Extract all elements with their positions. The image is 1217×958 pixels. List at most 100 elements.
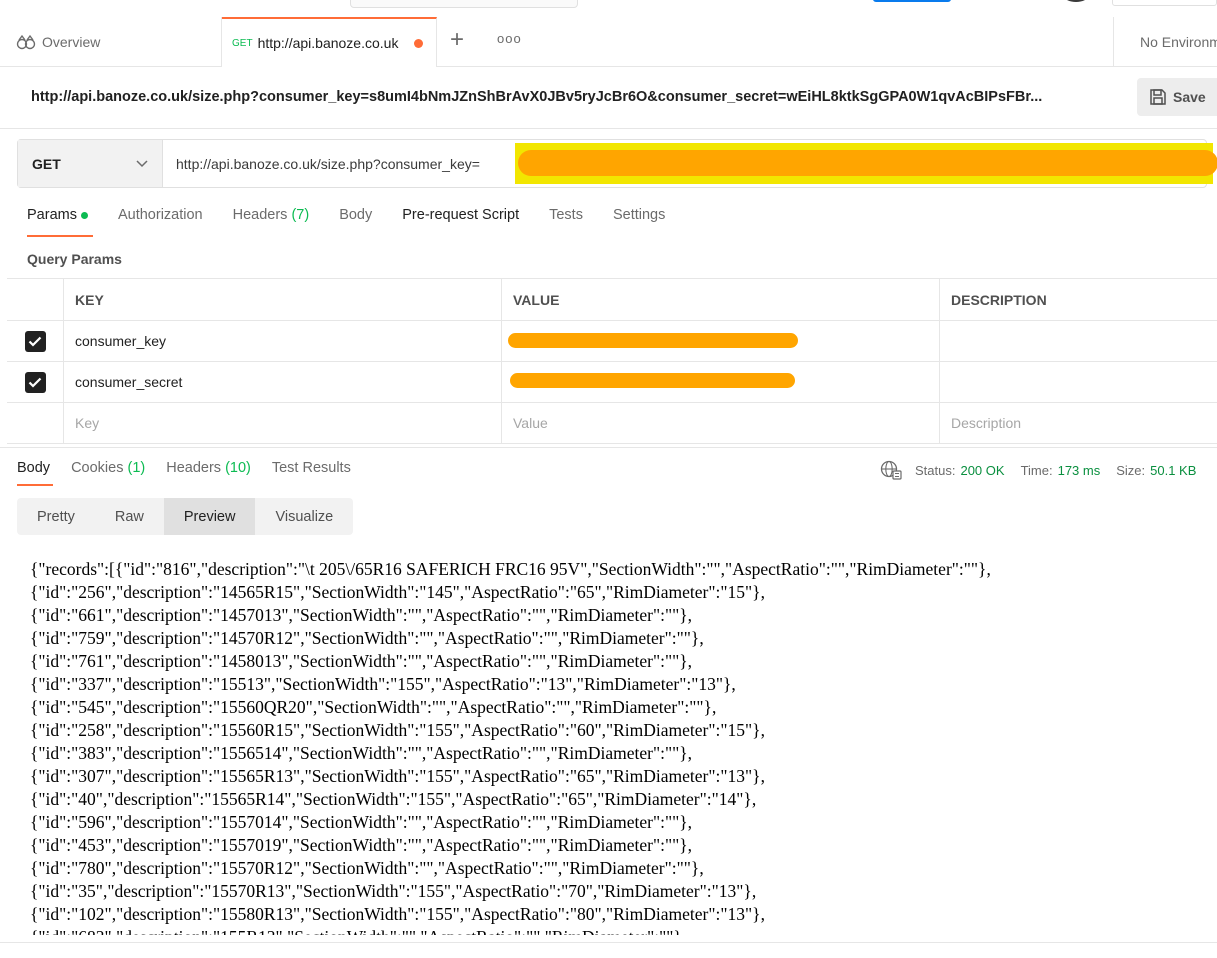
response-preview-line: {"id":"40","description":"15565R14","Sec… — [30, 789, 757, 809]
param-value-field[interactable] — [501, 362, 940, 402]
request-title-bar: http://api.banoze.co.uk/size.php?consume… — [0, 67, 1217, 129]
response-preview-line: {"id":"761","description":"1458013","Sec… — [30, 651, 693, 671]
request-url-input[interactable]: http://api.banoze.co.uk/size.php?consume… — [163, 140, 1217, 187]
status-bar-divider — [0, 942, 1217, 943]
save-button[interactable]: Save — [1137, 78, 1217, 116]
new-key-input[interactable]: Key — [63, 403, 502, 443]
http-method-select[interactable]: GET — [18, 140, 163, 187]
tab-pre-request-script[interactable]: Pre-request Script — [402, 207, 519, 237]
status-label: Status: — [915, 462, 956, 478]
view-raw-button[interactable]: Raw — [95, 498, 164, 535]
request-name[interactable]: http://api.banoze.co.uk/size.php?consume… — [31, 89, 1101, 105]
save-button-label: Save — [1173, 89, 1206, 105]
tab-body[interactable]: Body — [339, 207, 372, 237]
tab-headers[interactable]: Headers (7) — [233, 207, 310, 237]
response-preview[interactable]: {"records":[{"id":"816","description":"\… — [30, 558, 1210, 935]
request-url-text: http://api.banoze.co.uk/size.php?consume… — [176, 155, 480, 172]
size-label: Size: — [1116, 462, 1146, 478]
view-pretty-button[interactable]: Pretty — [17, 498, 95, 535]
param-value-field[interactable] — [501, 321, 940, 361]
overview-icon — [16, 34, 36, 50]
tab-overview-label: Overview — [42, 34, 101, 50]
response-header-bar: Body Cookies (1) Headers (10) Test Resul… — [0, 447, 1217, 491]
param-enable-checkbox[interactable] — [7, 321, 63, 361]
response-preview-line: {"id":"102","description":"15580R13","Se… — [30, 904, 765, 924]
response-preview-line: {"id":"383","description":"1556514","Sec… — [30, 743, 693, 763]
unsaved-changes-dot — [413, 38, 423, 48]
more-tabs-icon[interactable]: ooo — [497, 31, 522, 46]
status-value[interactable]: 200 OK — [960, 463, 1004, 478]
column-header-description: DESCRIPTION — [939, 279, 1217, 320]
view-preview-button[interactable]: Preview — [163, 498, 256, 535]
view-visualize-button[interactable]: Visualize — [255, 498, 353, 535]
param-enable-checkbox[interactable] — [7, 362, 63, 402]
tab-request-url: http://api.banoze.co.uk — [257, 35, 399, 51]
response-preview-line: {"id":"258","description":"15560R15","Se… — [30, 720, 765, 740]
save-icon — [1150, 89, 1166, 105]
header-control[interactable] — [1112, 0, 1217, 6]
environment-select-label: No Environment — [1140, 34, 1217, 50]
time-label: Time: — [1020, 462, 1053, 478]
response-tab-test-results[interactable]: Test Results — [272, 460, 351, 486]
tab-headers-count: (7) — [291, 207, 310, 223]
checkmark-icon — [24, 371, 46, 393]
param-description-field[interactable] — [939, 362, 1217, 402]
response-tab-body[interactable]: Body — [17, 460, 54, 486]
tab-settings[interactable]: Settings — [613, 207, 665, 237]
response-tab-cookies-label: Cookies — [71, 460, 124, 476]
column-header-value: VALUE — [501, 279, 940, 320]
tab-tests-label: Tests — [549, 207, 583, 223]
tab-authorization-label: Authorization — [117, 207, 203, 223]
redaction-scribble — [518, 150, 1217, 176]
response-preview-line: {"id":"35","description":"15570R13","Sec… — [30, 881, 757, 901]
response-preview-line: {"id":"545","description":"15560QR20","S… — [30, 697, 717, 717]
response-preview-line: {"id":"256","description":"14565R15","Se… — [30, 582, 765, 602]
tab-overview[interactable]: Overview — [0, 17, 222, 67]
table-header-row: KEY VALUE DESCRIPTION — [7, 279, 1217, 321]
environment-select[interactable]: No Environment — [1113, 17, 1217, 67]
response-preview-line: {"id":"759","description":"14570R12","Se… — [30, 628, 704, 648]
window-top-strip — [0, 0, 1217, 17]
param-key-field[interactable]: consumer_secret — [63, 362, 502, 402]
response-preview-line: {"id":"596","description":"1557014","Sec… — [30, 812, 693, 832]
response-tab-headers-label: Headers — [166, 460, 222, 476]
response-preview-line: {"records":[{"id":"816","description":"\… — [30, 559, 991, 579]
tab-body-label: Body — [339, 207, 373, 223]
response-preview-line: {"id":"453","description":"1557019","Sec… — [30, 835, 693, 855]
tab-params[interactable]: Params — [27, 207, 93, 237]
response-tab-cookies-count: (1) — [127, 460, 146, 476]
workspace-search-input[interactable] — [350, 0, 578, 8]
table-row: consumer_secret — [7, 362, 1217, 403]
tab-request[interactable]: GET http://api.banoze.co.uk — [222, 17, 437, 67]
new-tab-plus-icon[interactable]: + — [450, 28, 464, 52]
response-preview-line: {"id":"307","description":"15565R13","Se… — [30, 766, 765, 786]
query-params-title: Query Params — [27, 251, 122, 267]
new-value-input[interactable]: Value — [501, 403, 940, 443]
request-tabs: Params Authorization Headers (7) Body Pr… — [27, 207, 695, 237]
param-key-field[interactable]: consumer_key — [63, 321, 502, 361]
response-tab-cookies[interactable]: Cookies (1) — [71, 460, 145, 486]
response-tab-headers[interactable]: Headers (10) — [166, 460, 251, 486]
avatar[interactable] — [1064, 0, 1088, 2]
upgrade-button[interactable] — [873, 0, 951, 2]
time-value[interactable]: 173 ms — [1058, 463, 1101, 478]
tab-request-method: GET — [232, 37, 253, 49]
param-key-text: consumer_key — [75, 333, 167, 349]
param-description-field[interactable] — [939, 321, 1217, 361]
param-key-text: consumer_secret — [75, 374, 183, 390]
http-method-label: GET — [32, 155, 61, 172]
query-params-table: KEY VALUE DESCRIPTION consumer_key consu… — [7, 278, 1217, 444]
tab-tests[interactable]: Tests — [549, 207, 583, 237]
response-tab-test-results-label: Test Results — [271, 460, 351, 476]
network-globe-icon[interactable] — [880, 460, 902, 480]
response-tab-headers-count: (10) — [225, 460, 251, 476]
column-header-key: KEY — [63, 279, 502, 320]
new-description-input[interactable]: Description — [939, 403, 1217, 443]
size-value[interactable]: 50.1 KB — [1150, 463, 1196, 478]
tab-params-label: Params — [27, 207, 77, 223]
response-preview-line: {"id":"780","description":"15570R12","Se… — [30, 858, 704, 878]
tab-settings-label: Settings — [612, 207, 666, 223]
chevron-down-icon — [136, 159, 148, 167]
tab-authorization[interactable]: Authorization — [118, 207, 203, 237]
response-view-switcher: Pretty Raw Preview Visualize — [17, 498, 354, 535]
